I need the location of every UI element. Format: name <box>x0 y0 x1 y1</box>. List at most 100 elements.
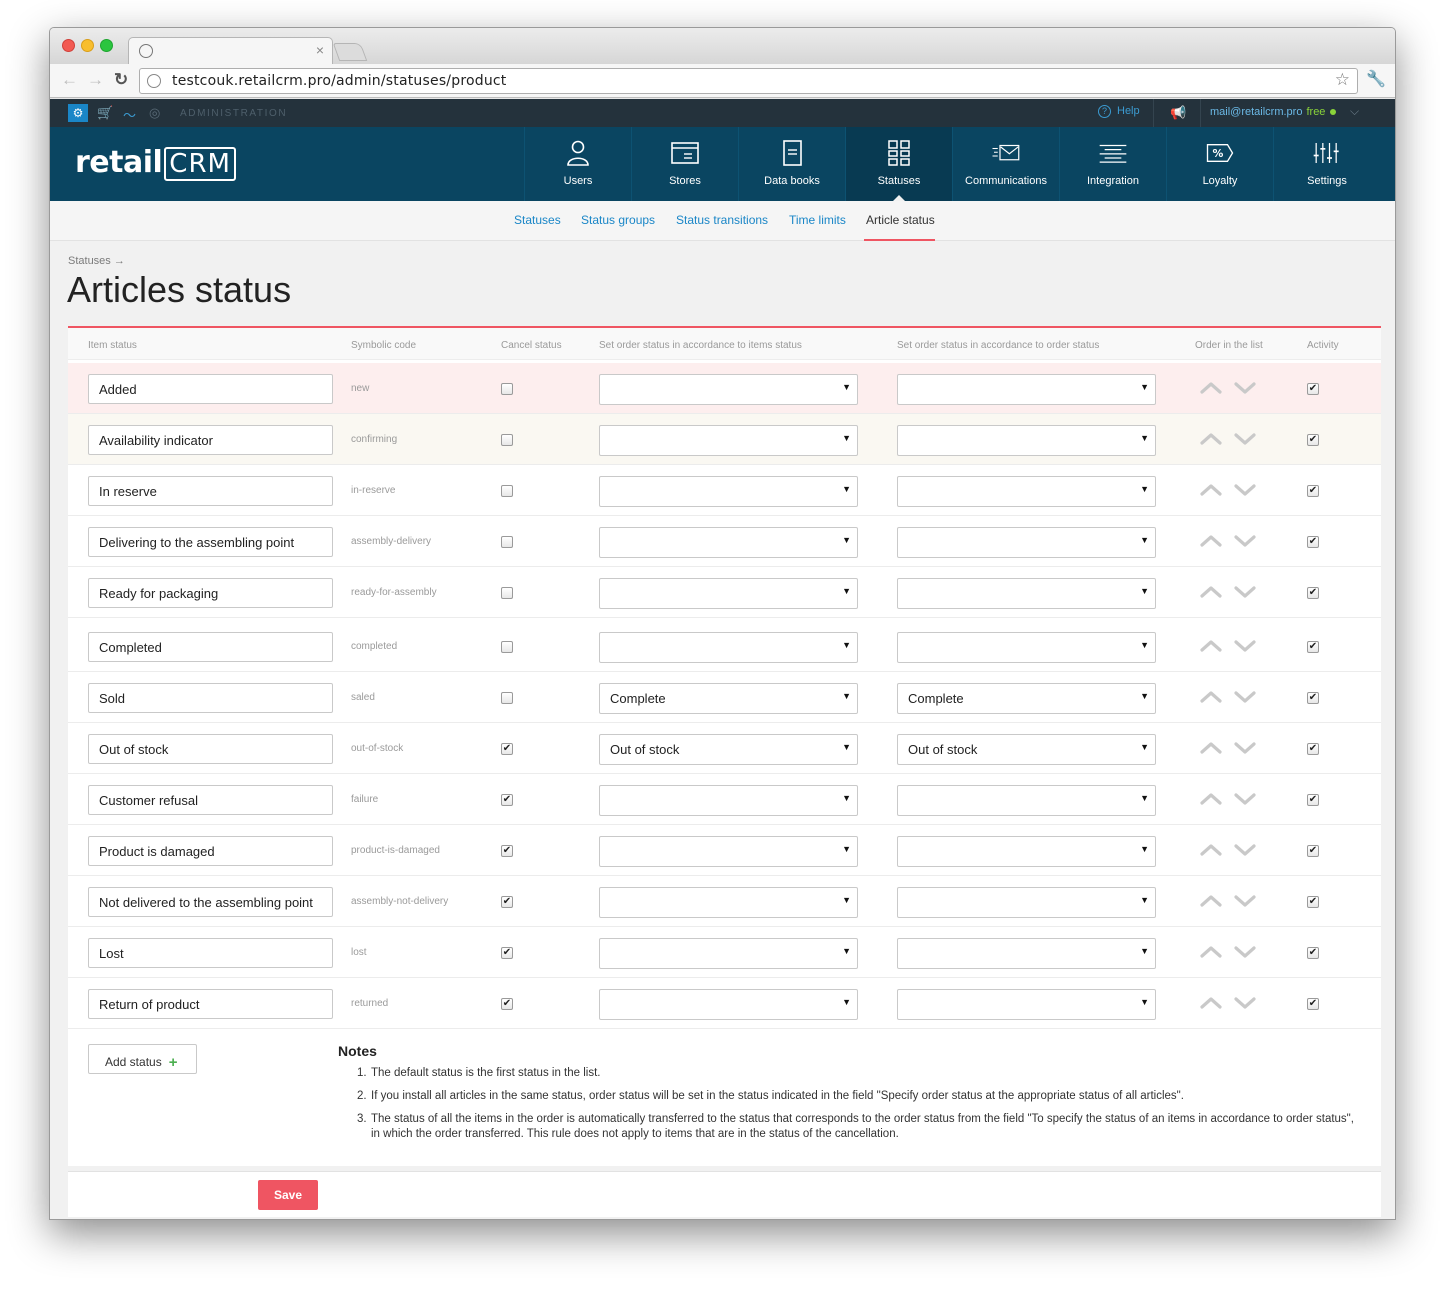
move-down-chevron-icon[interactable] <box>1233 376 1257 400</box>
move-down-chevron-icon[interactable] <box>1233 478 1257 502</box>
cancel-status-checkbox[interactable] <box>501 692 513 704</box>
status-name-input[interactable] <box>88 683 333 713</box>
cancel-status-checkbox[interactable] <box>501 536 513 548</box>
activity-checkbox[interactable]: ✔ <box>1307 947 1319 959</box>
activity-checkbox[interactable]: ✔ <box>1307 794 1319 806</box>
minimize-window-button[interactable] <box>81 39 94 52</box>
status-name-input[interactable] <box>88 989 333 1019</box>
status-name-input[interactable] <box>88 785 333 815</box>
nav-data-books[interactable]: Data books <box>738 127 845 201</box>
activity-checkbox[interactable]: ✔ <box>1307 641 1319 653</box>
status-name-input[interactable] <box>88 887 333 917</box>
move-down-chevron-icon[interactable] <box>1233 529 1257 553</box>
browser-tab[interactable]: × <box>128 37 333 64</box>
chevron-down-icon[interactable]: ⌵ <box>1350 104 1359 119</box>
order-status-select[interactable]: Out of stock ▼ <box>897 734 1156 765</box>
order-status-select[interactable]: ▼ <box>897 938 1156 969</box>
activity-checkbox[interactable]: ✔ <box>1307 896 1319 908</box>
move-up-chevron-icon[interactable] <box>1199 376 1223 400</box>
cancel-status-checkbox[interactable]: ✔ <box>501 743 513 755</box>
cancel-status-checkbox[interactable] <box>501 485 513 497</box>
move-up-chevron-icon[interactable] <box>1199 991 1223 1015</box>
back-arrow-icon[interactable]: ← <box>61 69 78 91</box>
cancel-status-checkbox[interactable] <box>501 641 513 653</box>
zoom-window-button[interactable] <box>100 39 113 52</box>
order-status-select[interactable]: ▼ <box>897 527 1156 558</box>
move-down-chevron-icon[interactable] <box>1233 736 1257 760</box>
items-status-select[interactable]: ▼ <box>599 887 858 918</box>
activity-checkbox[interactable]: ✔ <box>1307 845 1319 857</box>
move-down-chevron-icon[interactable] <box>1233 889 1257 913</box>
status-name-input[interactable] <box>88 425 333 455</box>
help-link[interactable]: ? Help <box>1098 105 1140 118</box>
order-status-select[interactable]: ▼ <box>897 374 1156 405</box>
move-down-chevron-icon[interactable] <box>1233 838 1257 862</box>
activity-checkbox[interactable]: ✔ <box>1307 587 1319 599</box>
gear-icon[interactable]: ⚙ <box>68 104 88 122</box>
new-tab-button[interactable] <box>332 43 368 61</box>
activity-checkbox[interactable]: ✔ <box>1307 743 1319 755</box>
cancel-status-checkbox[interactable]: ✔ <box>501 947 513 959</box>
move-up-chevron-icon[interactable] <box>1199 529 1223 553</box>
items-status-select[interactable]: ▼ <box>599 578 858 609</box>
status-name-input[interactable] <box>88 938 333 968</box>
reload-icon[interactable]: ↻ <box>114 69 128 91</box>
subnav-status-groups[interactable]: Status groups <box>581 213 655 227</box>
move-up-chevron-icon[interactable] <box>1199 838 1223 862</box>
nav-users[interactable]: Users <box>524 127 631 201</box>
nav-statuses[interactable]: Statuses <box>845 127 952 201</box>
activity-checkbox[interactable]: ✔ <box>1307 383 1319 395</box>
items-status-select[interactable]: ▼ <box>599 632 858 663</box>
items-status-select[interactable]: ▼ <box>599 527 858 558</box>
status-name-input[interactable] <box>88 527 333 557</box>
activity-checkbox[interactable]: ✔ <box>1307 692 1319 704</box>
chart-icon[interactable]: 〜 <box>123 105 136 124</box>
address-bar[interactable]: testcouk.retailcrm.pro/admin/statuses/pr… <box>139 68 1358 94</box>
move-up-chevron-icon[interactable] <box>1199 889 1223 913</box>
items-status-select[interactable]: ▼ <box>599 374 858 405</box>
move-up-chevron-icon[interactable] <box>1199 580 1223 604</box>
nav-communications[interactable]: Communications <box>952 127 1059 201</box>
order-status-select[interactable]: ▼ <box>897 578 1156 609</box>
nav-stores[interactable]: Stores <box>631 127 738 201</box>
subnav-article-status[interactable]: Article status <box>866 213 935 227</box>
items-status-select[interactable]: ▼ <box>599 476 858 507</box>
status-name-input[interactable] <box>88 734 333 764</box>
order-status-select[interactable]: ▼ <box>897 785 1156 816</box>
move-up-chevron-icon[interactable] <box>1199 685 1223 709</box>
items-status-select[interactable]: ▼ <box>599 785 858 816</box>
breadcrumb[interactable]: Statuses → <box>68 255 125 267</box>
status-name-input[interactable] <box>88 632 333 662</box>
save-button[interactable]: Save <box>258 1180 318 1210</box>
order-status-select[interactable]: ▼ <box>897 632 1156 663</box>
nav-integration[interactable]: Integration <box>1059 127 1166 201</box>
url-text[interactable]: testcouk.retailcrm.pro/admin/statuses/pr… <box>172 73 506 89</box>
cancel-status-checkbox[interactable]: ✔ <box>501 845 513 857</box>
move-down-chevron-icon[interactable] <box>1233 991 1257 1015</box>
order-status-select[interactable]: ▼ <box>897 476 1156 507</box>
subnav-time-limits[interactable]: Time limits <box>789 213 846 227</box>
items-status-select[interactable]: ▼ <box>599 425 858 456</box>
bookmark-star-icon[interactable]: ☆ <box>1335 70 1350 90</box>
cart-icon[interactable]: 🛒 <box>97 105 113 121</box>
items-status-select[interactable]: ▼ <box>599 836 858 867</box>
move-down-chevron-icon[interactable] <box>1233 787 1257 811</box>
status-name-input[interactable] <box>88 578 333 608</box>
logo[interactable]: retail CRM <box>75 145 236 181</box>
add-status-button[interactable]: Add status + <box>88 1044 197 1074</box>
move-up-chevron-icon[interactable] <box>1199 736 1223 760</box>
forward-arrow-icon[interactable]: → <box>87 69 104 91</box>
order-status-select[interactable]: ▼ <box>897 989 1156 1020</box>
move-down-chevron-icon[interactable] <box>1233 685 1257 709</box>
order-status-select[interactable]: ▼ <box>897 836 1156 867</box>
order-status-select[interactable]: ▼ <box>897 425 1156 456</box>
subnav-statuses[interactable]: Statuses <box>514 213 561 227</box>
move-up-chevron-icon[interactable] <box>1199 634 1223 658</box>
page-info-icon[interactable] <box>147 74 161 88</box>
user-menu[interactable]: mail@retailcrm.pro free <box>1210 106 1337 118</box>
nav-settings[interactable]: Settings <box>1273 127 1380 201</box>
order-status-select[interactable]: ▼ <box>897 887 1156 918</box>
close-tab-icon[interactable]: × <box>316 42 324 58</box>
status-name-input[interactable] <box>88 374 333 404</box>
cancel-status-checkbox[interactable]: ✔ <box>501 896 513 908</box>
